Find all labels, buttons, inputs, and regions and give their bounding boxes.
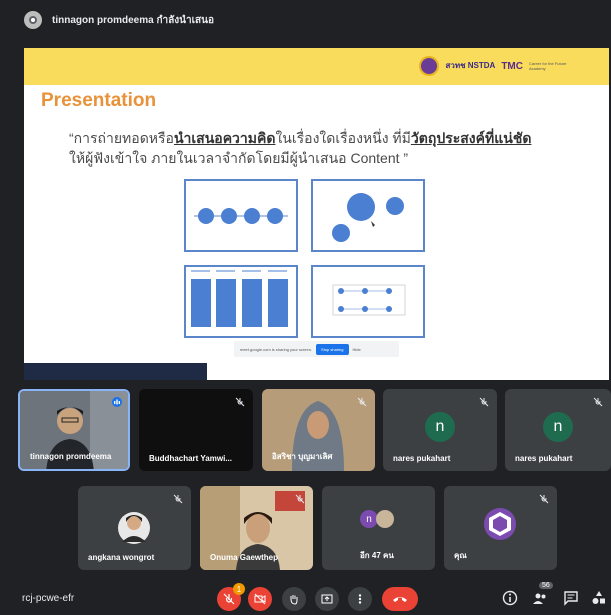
participant-name: Buddhachart Yamwi... bbox=[149, 454, 232, 463]
participant-name: nares pukahart bbox=[515, 454, 573, 463]
presenter-bar: tinnagon promdeema กำลังนำเสนอ bbox=[0, 0, 611, 40]
stop-sharing-button[interactable]: Stop sharing bbox=[316, 343, 349, 355]
diagram-linear bbox=[184, 179, 298, 252]
more-options-button[interactable] bbox=[348, 587, 372, 611]
leave-call-button[interactable] bbox=[382, 587, 418, 611]
chat-icon[interactable] bbox=[563, 590, 579, 606]
self-tile[interactable]: คุณ bbox=[444, 486, 557, 570]
participant-name: angkana wongrot bbox=[88, 553, 155, 562]
hide-banner-button[interactable]: Hide bbox=[353, 347, 361, 352]
presenter-title: tinnagon promdeema กำลังนำเสนอ bbox=[52, 14, 214, 26]
participant-tile[interactable]: Buddhachart Yamwi... bbox=[139, 389, 253, 471]
mic-off-icon bbox=[539, 494, 549, 504]
participant-tile[interactable]: Onuma Gaewthep bbox=[200, 486, 313, 570]
camera-button[interactable] bbox=[248, 587, 272, 611]
mic-off-icon bbox=[357, 397, 367, 407]
quote-emphasis: วัตถุประสงค์ที่แน่ชัด bbox=[410, 130, 532, 146]
mic-off-icon bbox=[223, 593, 235, 605]
quote-text: “การถ่ายทอดหรือ bbox=[69, 130, 174, 146]
diagram-grid bbox=[311, 265, 425, 338]
meeting-controls-bar: rcj-pcwe-efr 1 56 bbox=[0, 580, 611, 615]
hang-up-icon bbox=[393, 597, 407, 602]
people-button[interactable]: 56 bbox=[532, 582, 553, 606]
people-count-badge: 56 bbox=[539, 582, 553, 589]
quote-text: ให้ผู้ฟังเข้าใจ ภายในเวลาจำกัดโดยมีผู้นำ… bbox=[69, 150, 409, 166]
share-banner-text: meet.google.com is sharing your screen. bbox=[240, 346, 313, 352]
presenter-avatar bbox=[24, 11, 42, 29]
participant-avatar bbox=[376, 510, 394, 528]
camera-off-icon bbox=[254, 593, 266, 605]
present-icon bbox=[29, 16, 37, 24]
more-participants-label: อีก 47 คน bbox=[360, 551, 394, 560]
screen-share-banner: meet.google.com is sharing your screen. … bbox=[234, 341, 399, 357]
participant-tile[interactable]: n nares pukahart bbox=[505, 389, 611, 471]
tmc-logo: TMC bbox=[501, 60, 523, 72]
slide-quote: “การถ่ายทอดหรือนำเสนอความคิดในเรื่องใดเร… bbox=[69, 128, 579, 168]
hand-icon bbox=[290, 595, 298, 605]
participant-tile[interactable]: n nares pukahart bbox=[383, 389, 497, 471]
participant-name: nares pukahart bbox=[393, 454, 451, 463]
mic-off-icon bbox=[235, 397, 245, 407]
nstda-logo: สวทช NSTDA bbox=[445, 61, 496, 70]
activities-icon[interactable] bbox=[591, 590, 607, 606]
microphone-button[interactable]: 1 bbox=[217, 583, 245, 611]
participant-tile[interactable]: tinnagon promdeema bbox=[18, 389, 130, 471]
mic-off-icon bbox=[295, 494, 305, 504]
mic-off-icon bbox=[593, 397, 603, 407]
slide-footer-band bbox=[24, 363, 207, 380]
present-screen-icon bbox=[321, 594, 333, 604]
shared-screen: สวทช NSTDA TMC Career for the Future Aca… bbox=[24, 48, 609, 380]
participant-name: Onuma Gaewthep bbox=[210, 553, 279, 562]
present-button[interactable] bbox=[315, 587, 339, 611]
quote-text: ในเรื่องใดเรื่องหนึ่ง ที่มี bbox=[275, 130, 411, 146]
seal-logo bbox=[419, 56, 440, 76]
raise-hand-button[interactable] bbox=[282, 587, 306, 611]
people-icon bbox=[533, 593, 546, 604]
participant-name: คุณ bbox=[454, 551, 467, 560]
academy-logo-text: Career for the Future Academy bbox=[529, 61, 567, 71]
participant-tile[interactable]: angkana wongrot bbox=[78, 486, 191, 570]
info-icon[interactable] bbox=[502, 590, 518, 606]
speaking-indicator-icon bbox=[112, 397, 122, 407]
participant-name: อิสริชา บุญมาเลิศ bbox=[272, 452, 333, 461]
participant-avatar: n bbox=[425, 412, 455, 442]
participant-name: tinnagon promdeema bbox=[30, 452, 112, 461]
more-vert-icon bbox=[358, 594, 362, 604]
slide-logos: สวทช NSTDA TMC Career for the Future Aca… bbox=[419, 56, 579, 76]
quote-emphasis: นำเสนอความคิด bbox=[173, 130, 276, 146]
mic-off-icon bbox=[479, 397, 489, 407]
others-tile[interactable]: n อีก 47 คน bbox=[322, 486, 435, 570]
meeting-code: rcj-pcwe-efr bbox=[22, 593, 75, 604]
slide-heading: Presentation bbox=[41, 90, 157, 111]
mic-off-icon bbox=[173, 494, 183, 504]
notification-badge: 1 bbox=[233, 583, 245, 595]
participant-avatar: n bbox=[543, 412, 573, 442]
diagram-radial bbox=[311, 179, 425, 252]
diagram-columns bbox=[184, 265, 298, 338]
participant-tile[interactable]: อิสริชา บุญมาเลิศ bbox=[262, 389, 375, 471]
